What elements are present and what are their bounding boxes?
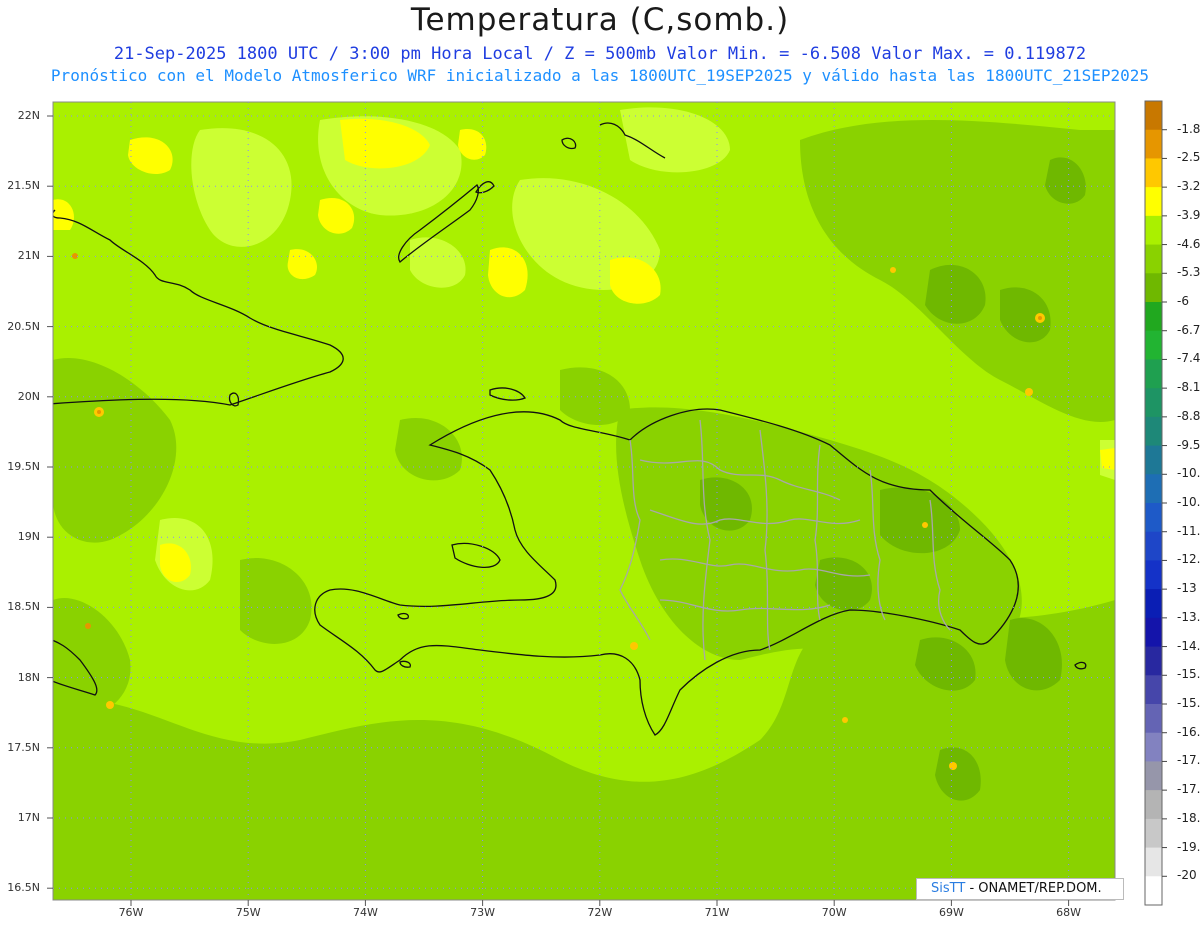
colorbar-swatch (1145, 876, 1162, 906)
colorbar-label: -9.5 (1177, 437, 1200, 452)
colorbar-swatch (1145, 847, 1162, 877)
colorbar (1144, 100, 1167, 906)
colorbar-swatch (1145, 761, 1162, 791)
colorbar-swatch (1145, 646, 1162, 676)
colorbar-label: -17.9 (1177, 782, 1200, 797)
colorbar-swatch (1145, 302, 1162, 332)
colorbar-label: -10.2 (1177, 466, 1200, 481)
colorbar-swatch (1145, 732, 1162, 762)
colorbar-swatch (1145, 330, 1162, 360)
colorbar-swatch (1145, 158, 1162, 188)
colorbar-swatch (1145, 388, 1162, 418)
colorbar-swatch (1145, 101, 1162, 131)
lon-label: 68W (1056, 906, 1082, 919)
lon-label: 75W (235, 906, 261, 919)
colorbar-label: -20 (1177, 868, 1197, 883)
colorbar-label: -12.3 (1177, 552, 1200, 567)
colorbar-label: -17.2 (1177, 753, 1200, 768)
colorbar-label: -5.3 (1177, 265, 1200, 280)
credit-box: SisTT - ONAMET/REP.DOM. (916, 878, 1124, 900)
lat-label: 20N (17, 389, 40, 403)
lat-label: 18N (17, 670, 40, 684)
colorbar-swatch (1145, 531, 1162, 561)
lon-label: 74W (352, 906, 378, 919)
colorbar-label: -15.1 (1177, 667, 1200, 682)
colorbar-label: -19.3 (1177, 839, 1200, 854)
map-field (53, 102, 1115, 900)
lat-label: 21N (17, 249, 40, 263)
colorbar-swatch (1145, 589, 1162, 619)
colorbar-label: -6.7 (1177, 322, 1200, 337)
colorbar-label: -8.1 (1177, 380, 1200, 395)
colorbar-label: -1.8 (1177, 121, 1200, 136)
colorbar-swatch (1145, 215, 1162, 246)
colorbar-swatch (1145, 273, 1162, 303)
colorbar-label: -6 (1177, 294, 1189, 308)
lat-label: 17N (17, 811, 40, 824)
lat-label: 20.5N (7, 319, 40, 333)
colorbar-swatch (1145, 416, 1162, 447)
colorbar-swatch (1145, 675, 1162, 705)
lon-label: 72W (587, 906, 613, 919)
colorbar-swatch (1145, 617, 1162, 648)
colorbar-swatch (1145, 359, 1162, 389)
lat-label: 16.5N (7, 881, 40, 895)
colorbar-swatch (1145, 503, 1162, 533)
lon-label: 70W (821, 906, 847, 919)
colorbar-label: -16.5 (1177, 724, 1200, 739)
colorbar-label: -18.6 (1177, 810, 1200, 825)
colorbar-label: -8.8 (1177, 408, 1200, 423)
colorbar-label: -13.7 (1177, 609, 1200, 624)
lat-label: 21.5N (7, 179, 40, 193)
colorbar-label: -3.2 (1177, 179, 1200, 194)
colorbar-swatch (1145, 445, 1162, 475)
colorbar-label: -3.9 (1177, 207, 1200, 222)
lon-label: 71W (704, 906, 730, 919)
colorbar-label: -10.9 (1177, 495, 1200, 509)
temperature-map (47, 100, 1167, 906)
colorbar-swatch (1145, 244, 1162, 274)
lat-label: 18.5N (7, 600, 40, 614)
colorbar-swatch (1145, 818, 1162, 849)
credit-brand: SisTT (931, 881, 966, 896)
lat-label: 22N (17, 109, 40, 122)
lon-label: 69W (938, 906, 964, 919)
lon-label: 73W (470, 906, 496, 919)
colorbar-label: -4.6 (1177, 236, 1200, 251)
colorbar-swatch (1145, 790, 1162, 820)
lat-label: 19.5N (7, 460, 40, 473)
colorbar-label: -7.4 (1177, 351, 1200, 366)
colorbar-label: -2.5 (1177, 150, 1200, 165)
colorbar-label: -15.8 (1177, 696, 1200, 710)
colorbar-swatch (1145, 704, 1162, 734)
colorbar-label: -11.6 (1177, 523, 1200, 538)
lat-label: 19N (17, 530, 40, 544)
colorbar-swatch (1145, 187, 1162, 217)
colorbar-label: -14.4 (1177, 638, 1200, 653)
credit-text: - ONAMET/REP.DOM. (969, 881, 1102, 896)
colorbar-swatch (1145, 474, 1162, 504)
colorbar-swatch (1145, 560, 1162, 590)
lon-label: 76W (118, 906, 144, 919)
colorbar-swatch (1145, 129, 1162, 159)
lat-label: 17.5N (7, 740, 40, 754)
colorbar-label: -13 (1177, 581, 1197, 596)
